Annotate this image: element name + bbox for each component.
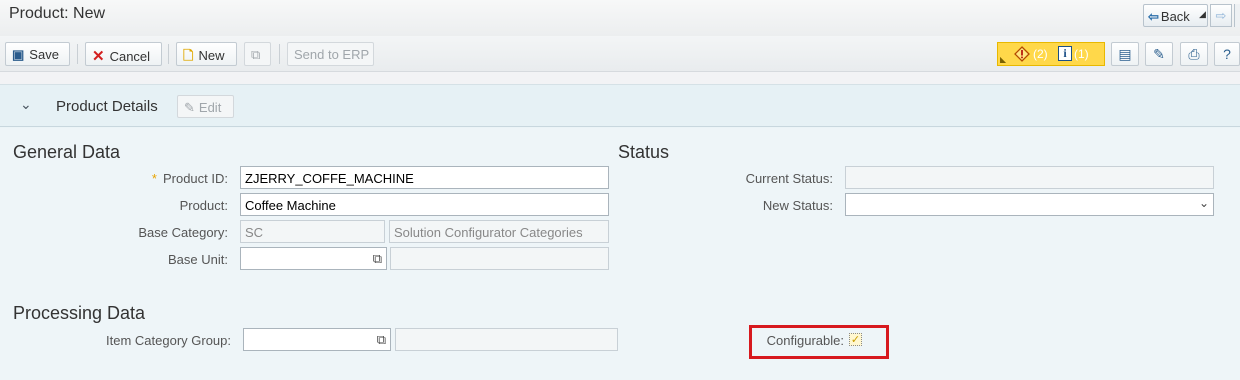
item-category-group-field[interactable]: ⧉: [243, 328, 391, 351]
send-to-erp-button[interactable]: Send to ERP: [287, 42, 374, 66]
copy-icon: ⧉: [251, 47, 261, 62]
back-arrow-icon: ⇦: [1148, 9, 1159, 24]
section-title: Product Details: [56, 98, 158, 115]
configurable-checkbox[interactable]: ✓: [849, 333, 862, 346]
document-list-icon: ▤: [1118, 46, 1132, 62]
product-id-field[interactable]: ZJERRY_COFFE_MACHINE: [240, 166, 609, 189]
base-unit-label: Base Unit:: [168, 252, 228, 267]
checkmark-icon: ✓: [850, 334, 861, 346]
info-count: (1): [1074, 47, 1089, 61]
chevron-down-icon[interactable]: ⌄: [20, 96, 32, 113]
info-icon: i: [1058, 46, 1072, 61]
value-help-icon[interactable]: ⧉: [377, 332, 386, 348]
notes-button[interactable]: ▤: [1111, 42, 1139, 66]
user-edit-icon: ✎: [1153, 46, 1165, 62]
edit-button[interactable]: ✎ Edit: [177, 95, 234, 118]
base-unit-description: [390, 247, 609, 270]
required-icon: *: [151, 171, 157, 186]
base-unit-field[interactable]: ⧉: [240, 247, 387, 270]
current-status-field: [845, 166, 1214, 189]
send-to-erp-label: Send to ERP: [294, 47, 370, 62]
processing-data-heading: Processing Data: [13, 303, 146, 323]
save-label: Save: [29, 47, 59, 62]
chevron-down-icon[interactable]: ⌄: [1199, 196, 1209, 210]
toolbar-separator: [279, 44, 280, 64]
new-button[interactable]: 🗋 New: [176, 42, 237, 66]
current-status-label: Current Status:: [745, 171, 833, 186]
product-field[interactable]: Coffee Machine: [240, 193, 609, 216]
item-category-group-description: [395, 328, 618, 351]
new-label: New: [198, 48, 225, 63]
help-button[interactable]: ?: [1214, 42, 1240, 66]
forward-arrow-icon: ⇨: [1215, 8, 1227, 23]
new-status-label: New Status:: [762, 198, 833, 213]
print-button[interactable]: ⎙: [1180, 42, 1208, 66]
cancel-icon: ✕: [92, 48, 105, 65]
status-heading: Status: [618, 142, 670, 162]
back-label: Back: [1160, 9, 1190, 24]
product-id-label: * Product ID:: [100, 171, 228, 186]
back-dropdown-icon[interactable]: ◢: [1199, 9, 1206, 20]
product-id-label-text: Product ID:: [162, 171, 228, 186]
general-data-heading: General Data: [13, 142, 121, 162]
new-document-icon: 🗋: [183, 48, 194, 63]
copy-button[interactable]: ⧉: [244, 42, 271, 66]
toolbar-separator: [168, 44, 169, 64]
title-bar: [0, 0, 1240, 36]
page-title: Product: New: [9, 5, 106, 22]
warning-count: (2): [1033, 47, 1048, 61]
personalize-button[interactable]: ✎: [1145, 42, 1173, 66]
base-category-field[interactable]: SC: [240, 220, 385, 243]
warning-icon: [1014, 46, 1030, 62]
edit-icon: ✎: [184, 100, 195, 115]
cancel-button[interactable]: ✕ Cancel: [85, 42, 162, 66]
value-help-icon[interactable]: ⧉: [373, 251, 382, 267]
cancel-label: Cancel: [109, 49, 151, 64]
base-category-description: Solution Configurator Categories: [389, 220, 609, 243]
base-category-label: Base Category:: [138, 225, 228, 240]
edit-label: Edit: [198, 100, 222, 115]
save-button[interactable]: ▣ Save: [5, 42, 70, 66]
toolbar-separator: [77, 44, 78, 64]
titlebar-edge: [1234, 4, 1240, 27]
printer-icon: ⎙: [1188, 46, 1200, 62]
help-icon: ?: [1223, 46, 1231, 62]
save-icon: ▣: [12, 47, 25, 62]
product-label: Product:: [179, 198, 228, 213]
message-dropdown-icon: ◣: [1000, 55, 1007, 64]
new-status-select[interactable]: ⌄: [845, 193, 1214, 216]
configurable-label: Configurable:: [766, 333, 844, 348]
item-category-group-label: Item Category Group:: [106, 333, 231, 348]
forward-button[interactable]: ⇨: [1210, 4, 1232, 27]
